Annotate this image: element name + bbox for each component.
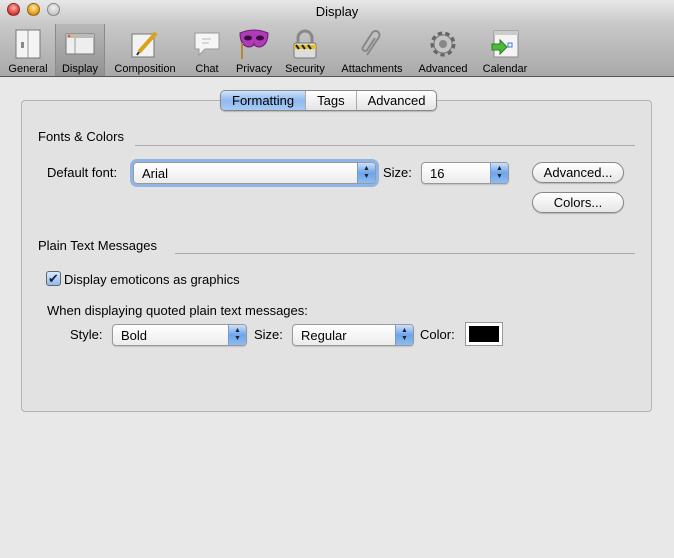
tab-tags[interactable]: Tags [306, 91, 357, 110]
advanced-icon [427, 28, 459, 60]
display-icon [64, 28, 96, 60]
chat-icon [191, 28, 223, 60]
quote-size-value: Regular [301, 328, 347, 343]
quote-size-select[interactable]: Regular ▲ ▼ [292, 324, 414, 346]
style-label: Style: [70, 327, 103, 342]
font-size-value: 16 [430, 166, 445, 181]
quote-style-select[interactable]: Bold ▲ ▼ [112, 324, 247, 346]
chevron-updown-icon: ▲ ▼ [357, 163, 375, 183]
quote-color-well[interactable] [465, 322, 503, 346]
toolbar-calendar[interactable]: Calendar [478, 24, 532, 76]
privacy-icon [238, 28, 270, 60]
font-size-label: Size: [383, 165, 412, 180]
toolbar-security[interactable]: Security [282, 24, 328, 76]
color-label: Color: [420, 327, 455, 342]
chevron-updown-icon: ▲ ▼ [228, 325, 246, 345]
toolbar-chat[interactable]: Chat [190, 24, 224, 76]
formatting-panel [21, 100, 652, 412]
toolbar-general[interactable]: General [4, 24, 52, 76]
composition-icon [129, 28, 161, 60]
title-bar: Display General Display Composition Chat… [0, 0, 674, 77]
quote-style-value: Bold [121, 328, 148, 343]
divider [135, 145, 635, 146]
emoticons-label: Display emoticons as graphics [64, 272, 240, 287]
quote-size-label: Size: [254, 327, 283, 342]
toolbar-composition[interactable]: Composition [109, 24, 181, 76]
quoted-text-label: When displaying quoted plain text messag… [47, 303, 308, 318]
general-icon [12, 28, 44, 60]
attachments-icon [356, 28, 388, 60]
calendar-icon [489, 28, 521, 60]
default-font-value: Arial [142, 166, 169, 181]
toolbar-display[interactable]: Display [55, 24, 105, 76]
color-swatch [469, 326, 499, 342]
colors-button[interactable]: Colors... [532, 192, 624, 213]
fonts-colors-heading: Fonts & Colors [38, 129, 124, 144]
advanced-fonts-button[interactable]: Advanced... [532, 162, 624, 183]
chevron-updown-icon: ▲ ▼ [490, 163, 508, 183]
tab-bar: Formatting Tags Advanced [220, 90, 438, 111]
default-font-select[interactable]: Arial ▲ ▼ [133, 162, 376, 184]
security-icon [289, 28, 321, 60]
plain-text-heading: Plain Text Messages [38, 238, 157, 253]
tab-advanced[interactable]: Advanced [357, 91, 437, 110]
toolbar-attachments[interactable]: Attachments [336, 24, 408, 76]
divider [175, 253, 635, 254]
default-font-label: Default font: [47, 165, 118, 180]
toolbar-advanced[interactable]: Advanced [414, 24, 472, 76]
tab-formatting[interactable]: Formatting [221, 91, 307, 110]
emoticons-checkbox[interactable]: ✔ [46, 271, 61, 286]
window-title: Display [315, 4, 359, 19]
chevron-updown-icon: ▲ ▼ [395, 325, 413, 345]
font-size-select[interactable]: 16 ▲ ▼ [421, 162, 509, 184]
toolbar-privacy[interactable]: Privacy [232, 24, 276, 76]
